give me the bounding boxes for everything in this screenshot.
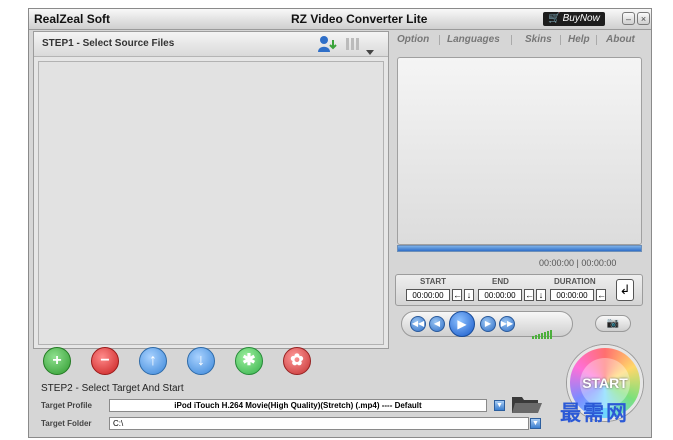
- cart-icon: 🛒: [548, 13, 561, 24]
- open-folder-icon[interactable]: [511, 393, 543, 415]
- menu-languages[interactable]: Languages: [447, 34, 500, 45]
- window-title: RZ Video Converter Lite: [291, 12, 428, 26]
- start-label: START: [420, 277, 447, 286]
- folder-dropdown-icon[interactable]: ▼: [530, 418, 541, 429]
- step1-title: STEP1 - Select Source Files: [42, 38, 175, 49]
- enter-icon[interactable]: ↲: [616, 279, 634, 301]
- menu-about[interactable]: About: [606, 34, 635, 45]
- play-icon[interactable]: ▶: [449, 311, 475, 337]
- set-duration-button[interactable]: ←: [596, 289, 606, 301]
- camera-icon: 📷: [606, 318, 620, 329]
- duration-label: DURATION: [554, 277, 596, 286]
- set-start-down-button[interactable]: ↓: [464, 289, 474, 301]
- move-up-icon[interactable]: ↑: [139, 347, 167, 375]
- target-profile-select[interactable]: iPod iTouch H.264 Movie(High Quality)(St…: [109, 399, 487, 412]
- timecode-display: 00:00:00 | 00:00:00: [539, 258, 617, 268]
- remove-file-icon[interactable]: −: [91, 347, 119, 375]
- end-time-field[interactable]: 00:00:00: [478, 289, 522, 301]
- start-time-field[interactable]: 00:00:00: [406, 289, 450, 301]
- menu-skins[interactable]: Skins: [525, 34, 552, 45]
- target-folder-label: Target Folder: [41, 419, 92, 428]
- target-folder-value: C:\: [113, 419, 124, 428]
- video-preview: [397, 57, 642, 245]
- rewind-icon[interactable]: ◀: [429, 316, 445, 332]
- watermark-text: 最需网: [560, 400, 629, 425]
- columns-icon[interactable]: [345, 37, 361, 51]
- target-profile-value: iPod iTouch H.264 Movie(High Quality)(St…: [174, 401, 422, 410]
- profile-dropdown-icon[interactable]: ▼: [494, 400, 505, 411]
- snapshot-button[interactable]: 📷: [595, 315, 631, 332]
- end-label: END: [492, 277, 509, 286]
- prev-icon[interactable]: ◀◀: [410, 316, 426, 332]
- menu-help[interactable]: Help: [568, 34, 590, 45]
- dropdown-arrow-icon[interactable]: [366, 43, 374, 55]
- buy-now-button[interactable]: 🛒 BuyNow: [543, 12, 605, 26]
- target-section: STEP2 - Select Target And Start Target P…: [33, 381, 573, 437]
- menu-separator: [596, 35, 597, 45]
- set-end-left-button[interactable]: ←: [524, 289, 534, 301]
- menu-separator: [560, 35, 561, 45]
- step2-title: STEP2 - Select Target And Start: [41, 383, 184, 394]
- volume-icon[interactable]: [532, 321, 553, 339]
- target-profile-label: Target Profile: [41, 401, 92, 410]
- brand-name: RealZeal Soft: [34, 12, 111, 26]
- set-start-left-button[interactable]: ←: [452, 289, 462, 301]
- seek-bar[interactable]: [397, 245, 642, 252]
- forward-icon[interactable]: ▶: [480, 316, 496, 332]
- app-window: RealZeal Soft RZ Video Converter Lite 🛒 B…: [28, 8, 652, 438]
- trim-controls: START END DURATION 00:00:00 ← ↓ 00:00:00…: [395, 274, 643, 306]
- move-down-icon[interactable]: ↓: [187, 347, 215, 375]
- duration-field[interactable]: 00:00:00: [550, 289, 594, 301]
- settings-icon[interactable]: ✱: [235, 347, 263, 375]
- menu-bar: Option Languages Skins Help About: [395, 31, 649, 49]
- set-end-down-button[interactable]: ↓: [536, 289, 546, 301]
- close-button[interactable]: ×: [637, 12, 650, 25]
- action-toolbar: + − ↑ ↓ ✱ ✿: [29, 345, 651, 381]
- title-bar: RealZeal Soft RZ Video Converter Lite 🛒 B…: [29, 9, 651, 30]
- buy-now-label: BuyNow: [562, 13, 600, 24]
- next-icon[interactable]: ▶▶: [499, 316, 515, 332]
- user-download-icon[interactable]: [318, 35, 338, 53]
- source-file-list[interactable]: [38, 61, 384, 345]
- menu-separator: [511, 35, 512, 45]
- menu-separator: [439, 35, 440, 45]
- playback-controls: ◀◀ ◀ ▶ ▶ ▶▶: [401, 311, 573, 339]
- add-file-icon[interactable]: +: [43, 347, 71, 375]
- target-folder-input[interactable]: C:\: [109, 417, 529, 430]
- step1-header: STEP1 - Select Source Files: [34, 32, 388, 57]
- source-files-panel: STEP1 - Select Source Files: [33, 31, 389, 349]
- menu-option[interactable]: Option: [397, 34, 429, 45]
- effects-icon[interactable]: ✿: [283, 347, 311, 375]
- minimize-button[interactable]: –: [622, 12, 635, 25]
